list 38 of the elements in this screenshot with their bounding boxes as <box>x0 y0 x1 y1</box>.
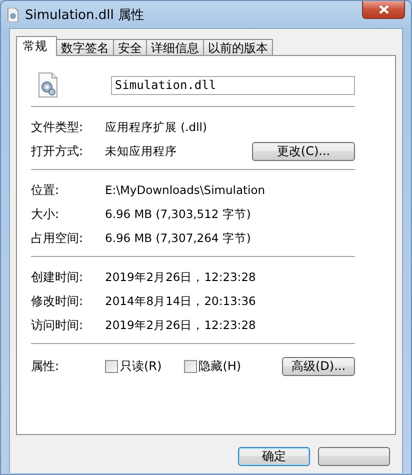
close-icon <box>378 5 388 14</box>
close-button[interactable] <box>362 1 405 19</box>
checkbox-label: 只读(R) <box>120 358 162 374</box>
tab[interactable]: 详细信息 <box>146 39 204 55</box>
file-gear-icon <box>37 72 59 98</box>
field-label: 修改时间: <box>31 292 84 310</box>
dialog-button[interactable] <box>318 447 390 466</box>
tab[interactable]: 数字签名 <box>56 39 114 55</box>
field-value: 2019年2月26日，12:23:28 <box>105 318 256 332</box>
checkbox-square[interactable] <box>105 360 118 372</box>
file-gear-icon <box>7 8 19 22</box>
field-value: 2014年8月14日，20:13:36 <box>105 294 256 308</box>
field-label: 位置: <box>31 182 60 198</box>
tab[interactable]: 以前的版本 <box>203 39 273 55</box>
window-title: Simulation.dll 属性 <box>25 6 144 24</box>
file-name-field[interactable]: Simulation.dll <box>110 76 355 94</box>
field-value: 6.96 MB (7,303,512 字节) <box>105 206 251 222</box>
field-value: 2019年2月26日，12:23:28 <box>105 270 256 284</box>
field-label: 访问时间: <box>31 316 84 334</box>
advanced-button[interactable]: 高级(D)... <box>282 356 355 376</box>
tab[interactable]: 常规 <box>16 36 57 56</box>
checkbox[interactable]: 只读(R) <box>105 358 162 374</box>
field-value: 6.96 MB (7,307,264 字节) <box>105 230 251 246</box>
field-label: 文件类型: <box>31 118 84 136</box>
field-label: 属性: <box>31 358 60 374</box>
field-label: 打开方式: <box>31 142 84 160</box>
field-label: 占用空间: <box>31 230 84 246</box>
dialog-button[interactable]: 确定 <box>238 447 310 466</box>
field-value: 应用程序扩展 (.dll) <box>105 120 207 134</box>
field-value: E:\MyDownloads\Simulation <box>105 183 266 197</box>
checkbox[interactable]: 隐藏(H) <box>184 358 242 374</box>
field-label: 创建时间: <box>31 268 84 286</box>
checkbox-label: 隐藏(H) <box>198 358 242 374</box>
field-label: 大小: <box>31 206 60 222</box>
change-button[interactable]: 更改(C)... <box>252 142 355 160</box>
field-value: 未知应用程序 <box>105 144 177 158</box>
checkbox-square[interactable] <box>184 360 197 372</box>
tab[interactable]: 安全 <box>113 39 147 55</box>
